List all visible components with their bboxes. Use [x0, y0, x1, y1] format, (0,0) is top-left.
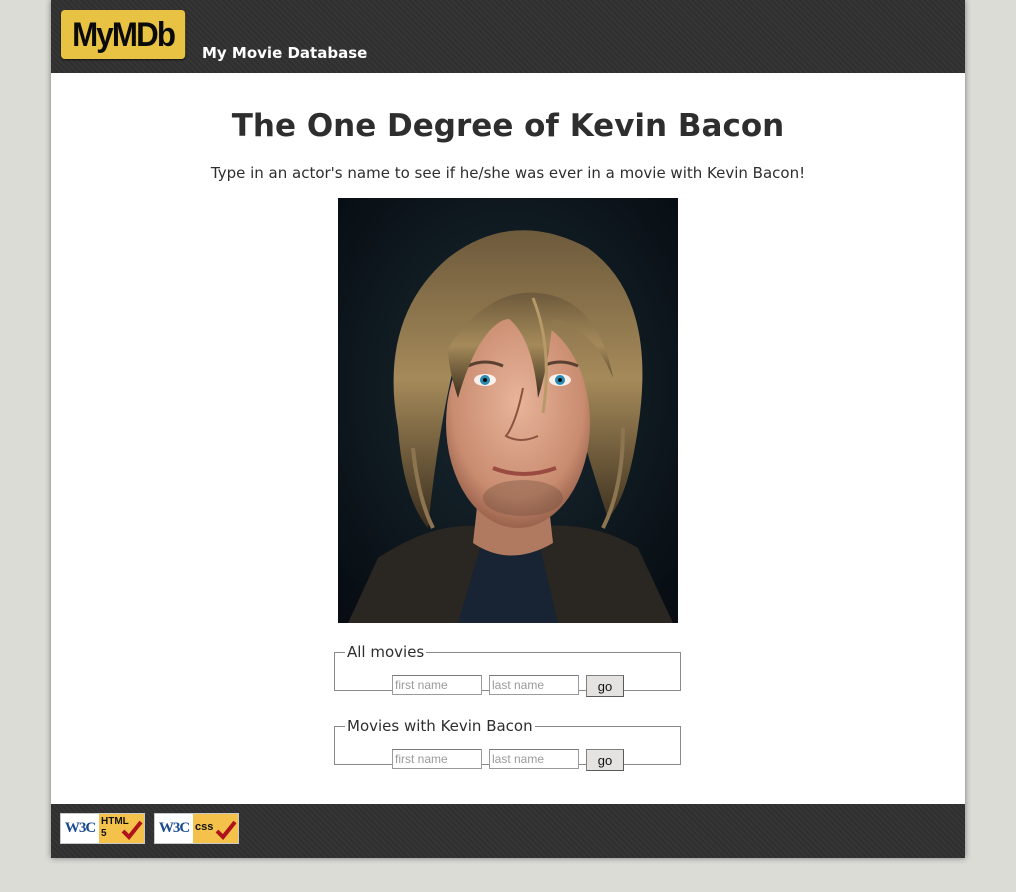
last-name-input[interactable]: [489, 675, 579, 695]
intro-text: Type in an actor's name to see if he/she…: [210, 164, 806, 182]
bacon-movies-legend: Movies with Kevin Bacon: [347, 717, 533, 735]
w3c-css-badge[interactable]: W3C css: [154, 813, 239, 844]
all-movies-legend: All movies: [347, 643, 425, 661]
check-icon: [121, 820, 143, 840]
check-icon: [215, 820, 237, 840]
first-name-input[interactable]: [392, 749, 482, 769]
go-button[interactable]: go: [586, 675, 624, 697]
kevin-bacon-photo: [338, 198, 678, 623]
kevin-bacon-portrait-illustration: [338, 198, 678, 623]
mymdb-logo[interactable]: MyMDb: [61, 10, 186, 59]
w3c-logo: W3C: [155, 814, 193, 843]
site-name: My Movie Database: [202, 44, 368, 62]
html-badge-version: 5: [101, 828, 107, 839]
all-movies-form: All movies go: [334, 643, 681, 697]
page-frame: MyMDb My Movie Database The One Degree o…: [51, 0, 965, 858]
go-button[interactable]: go: [586, 749, 624, 771]
w3c-logo: W3C: [61, 814, 99, 843]
w3c-html5-badge[interactable]: W3C HTML 5: [60, 813, 145, 844]
css-badge-label: css: [195, 821, 214, 833]
first-name-input[interactable]: [392, 675, 482, 695]
bacon-movies-form: Movies with Kevin Bacon go: [334, 717, 681, 771]
header-banner: MyMDb My Movie Database: [51, 0, 965, 73]
last-name-input[interactable]: [489, 749, 579, 769]
page-title: The One Degree of Kevin Bacon: [231, 108, 785, 144]
footer-banner: W3C HTML 5 W3C css: [51, 804, 965, 858]
